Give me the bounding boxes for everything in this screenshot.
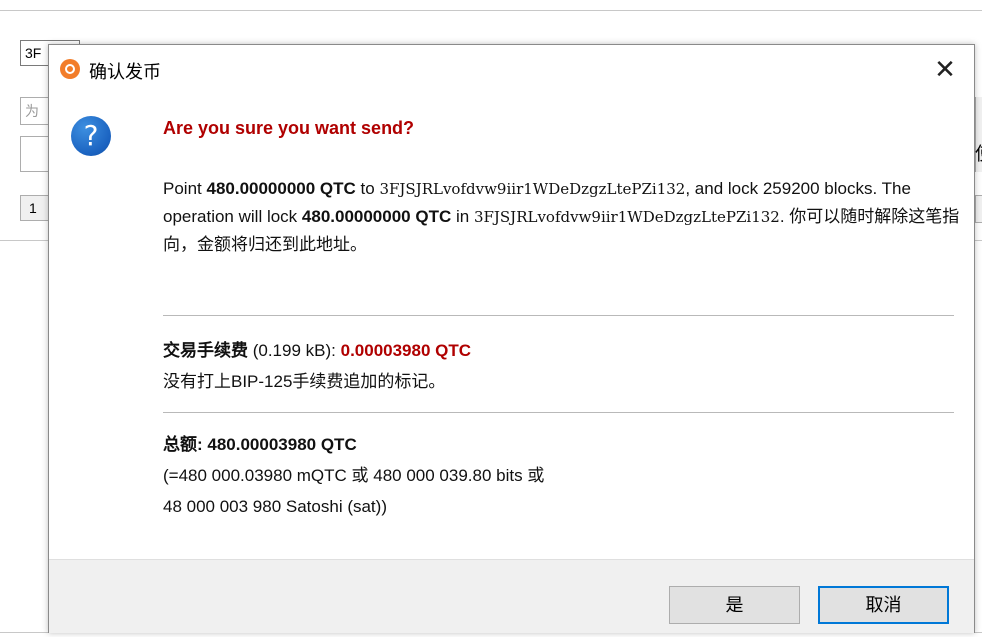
dialog-titlebar[interactable]: 确认发币 ✕ (49, 45, 974, 95)
cancel-button[interactable]: 取消 (818, 586, 949, 624)
background-right-divider (975, 240, 982, 241)
close-button[interactable]: ✕ (925, 51, 965, 87)
lock-amount-2: 480.00000000 QTC (301, 207, 452, 226)
lock-address: 3FJSJRLvofdvw9iir1WDeDzgzLtePZi132 (473, 208, 780, 226)
text-in: in (451, 207, 474, 226)
confirm-send-dialog: 确认发币 ✕ ? Are you sure you want send? Poi… (48, 44, 975, 633)
dialog-footer: 是 取消 (49, 559, 974, 633)
recipient-address: 3FJSJRLvofdvw9iir1WDeDzgzLtePZi132 (379, 180, 686, 198)
fee-value: 0.00003980 QTC (340, 341, 472, 360)
dialog-title: 确认发币 (89, 62, 161, 82)
bip125-note: 没有打上BIP-125手续费追加的标记。 (163, 372, 446, 391)
separator-1 (163, 315, 954, 316)
lock-amount: 480.00000000 QTC (206, 179, 356, 198)
text-to: to (355, 179, 380, 198)
total-units-line2: 48 000 003 980 Satoshi (sat)) (163, 497, 387, 516)
fee-line: 交易手续费 (0.199 kB): 0.00003980 QTC (163, 335, 963, 366)
fee-label: 交易手续费 (163, 341, 248, 360)
question-icon: ? (71, 116, 111, 156)
background-right-button[interactable] (975, 195, 982, 223)
confirm-heading: Are you sure you want send? (163, 118, 415, 138)
total-units-line1: (=480 000.03980 mQTC 或 480 000 039.80 bi… (163, 466, 545, 485)
background-right-label: 使 (975, 140, 982, 166)
fee-size: (0.199 kB): (248, 341, 341, 360)
background-top-divider (0, 0, 982, 11)
fee-section: 交易手续费 (0.199 kB): 0.00003980 QTC 没有打上BIP… (163, 335, 963, 397)
text-point: Point (163, 179, 207, 198)
yes-button[interactable]: 是 (669, 586, 800, 624)
total-section: 总额: 480.00003980 QTC (=480 000.03980 mQT… (163, 429, 963, 522)
total-amount: 总额: 480.00003980 QTC (163, 435, 357, 454)
lock-description: Point 480.00000000 QTC to 3FJSJRLvofdvw9… (163, 175, 963, 258)
background-divider (0, 240, 50, 241)
separator-2 (163, 412, 954, 413)
app-logo-icon (60, 59, 80, 79)
